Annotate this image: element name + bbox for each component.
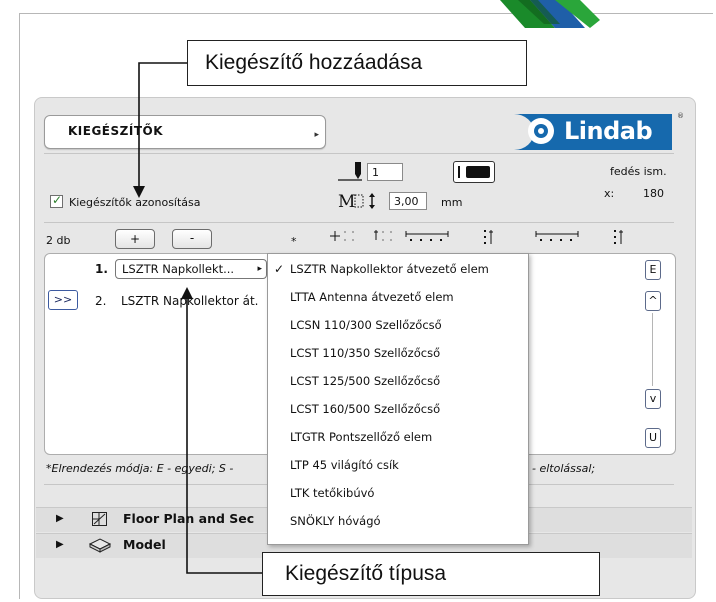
model-cube-icon [88,538,112,553]
side-e-button[interactable]: E [645,260,661,280]
expand-triangle-icon[interactable]: ▶ [56,539,64,550]
fedes-label: fedés ism. [610,165,667,178]
arrangement-row-icon[interactable] [405,231,449,241]
menu-item-label: LCST 110/350 Szellőzőcső [290,346,441,360]
footnote-left: *Elrendezés módja: E - egyedi; S - [46,462,234,475]
arrangement-star: * [291,235,297,248]
menu-item-ltk[interactable]: LTK tetőkibúvó [268,480,528,507]
menu-item-ltp-45[interactable]: LTP 45 világító csík [268,452,528,479]
height-icon [354,193,375,209]
floor-plan-icon [92,512,107,526]
height-unit: mm [441,196,463,209]
list-item-1-type-dropdown[interactable]: LSZTR Napkollekt... ▸ [115,259,267,279]
menu-item-lcst-110-350[interactable]: LCST 110/350 Szellőzőcső [268,340,528,367]
menu-item-snokly[interactable]: SNÖKLY hóvágó [268,508,528,535]
accessories-dropdown-label: KIEGÉSZÍTŐK [68,124,164,138]
controls-separator [44,222,674,223]
checkmark-icon: ✓ [52,193,63,207]
x-label: x: [604,187,615,200]
lindab-logo: Lindab [494,114,672,150]
line-type-tick [458,166,460,178]
menu-item-label: LTP 45 világító csík [290,458,399,472]
footnote-right: - eltolással; [532,462,596,475]
logo-disc-center [538,128,544,134]
menu-item-label: LTTA Antenna átvezető elem [290,290,454,304]
list-item-1-type-label: LSZTR Napkollekt... [122,262,235,276]
checkmark-icon: ✓ [274,262,285,276]
menu-item-label: LCST 125/500 Szellőzőcső [290,374,441,388]
scroll-up-button[interactable]: ^ [645,291,661,311]
height-input[interactable]: 3,00 [389,192,427,210]
add-item-button[interactable]: + [115,229,155,249]
menu-item-label: LSZTR Napkollektor átvezető elem [290,262,489,276]
menu-item-label: LCSN 110/300 Szellőzőcső [290,318,442,332]
menu-item-label: SNÖKLY hóvágó [290,514,381,528]
logo-text: Lindab [564,117,653,145]
side-u-button[interactable]: U [645,428,661,448]
list-item-2-number: 2. [95,294,107,308]
move-item-button[interactable]: >> [48,290,78,310]
pen-number-input[interactable]: 1 [367,163,403,181]
menu-item-label: LTGTR Pontszellőző elem [290,430,433,444]
menu-item-lcst-160-500[interactable]: LCST 160/500 Szellőzőcső [268,396,528,423]
x-value: 180 [643,187,664,200]
expand-triangle-icon[interactable]: ▶ [56,513,64,524]
scroll-track[interactable] [652,313,653,386]
model-label: Model [123,537,166,552]
accessories-dropdown[interactable]: KIEGÉSZÍTŐK ▸ [44,115,326,149]
arrangement-vertical-icon[interactable] [484,230,493,244]
line-type-selector[interactable] [453,161,495,183]
arrangement-icons [330,230,623,244]
list-item-1-number: 1. [95,262,108,276]
menu-item-ltgtr[interactable]: LTGTR Pontszellőző elem [268,424,528,451]
remove-item-button[interactable]: - [172,229,212,249]
floor-plan-label: Floor Plan and Sec [123,511,255,526]
menu-item-label: LTK tetőkibúvó [290,486,375,500]
arrangement-single-icon[interactable] [330,231,354,241]
identify-accessories-checkbox[interactable]: ✓ [50,193,63,208]
callout-accessory-type: Kiegészítő típusa [262,552,600,596]
dropdown-arrow-icon: ▸ [257,264,262,274]
header-separator [44,153,674,154]
callout-add-accessory: Kiegészítő hozzáadása [187,40,527,86]
decorative-corner-graphic [500,0,600,28]
registered-mark: ® [677,112,684,120]
height-m-symbol: M [338,192,356,212]
pen-icon [338,162,362,181]
dropdown-arrow-icon: ▸ [314,130,319,140]
menu-item-lcsn-110-300[interactable]: LCSN 110/300 Szellőzőcső [268,312,528,339]
arrangement-row2-icon[interactable] [535,231,579,241]
line-type-sample [466,166,490,178]
list-item-2-text: LSZTR Napkollektor át. [121,294,259,308]
scroll-down-button[interactable]: v [645,389,661,409]
accessory-type-menu: ✓ LSZTR Napkollektor átvezető elem LTTA … [267,253,529,545]
menu-item-label: LCST 160/500 Szellőzőcső [290,402,441,416]
identify-accessories-label: Kiegészítők azonosítása [69,196,201,209]
menu-item-lsztr[interactable]: ✓ LSZTR Napkollektor átvezető elem [268,256,528,283]
menu-item-ltta[interactable]: LTTA Antenna átvezető elem [268,284,528,311]
item-count: 2 db [46,234,71,247]
arrangement-start-icon[interactable] [374,230,392,241]
arrangement-vertical2-icon[interactable] [614,230,623,244]
menu-item-lcst-125-500[interactable]: LCST 125/500 Szellőzőcső [268,368,528,395]
